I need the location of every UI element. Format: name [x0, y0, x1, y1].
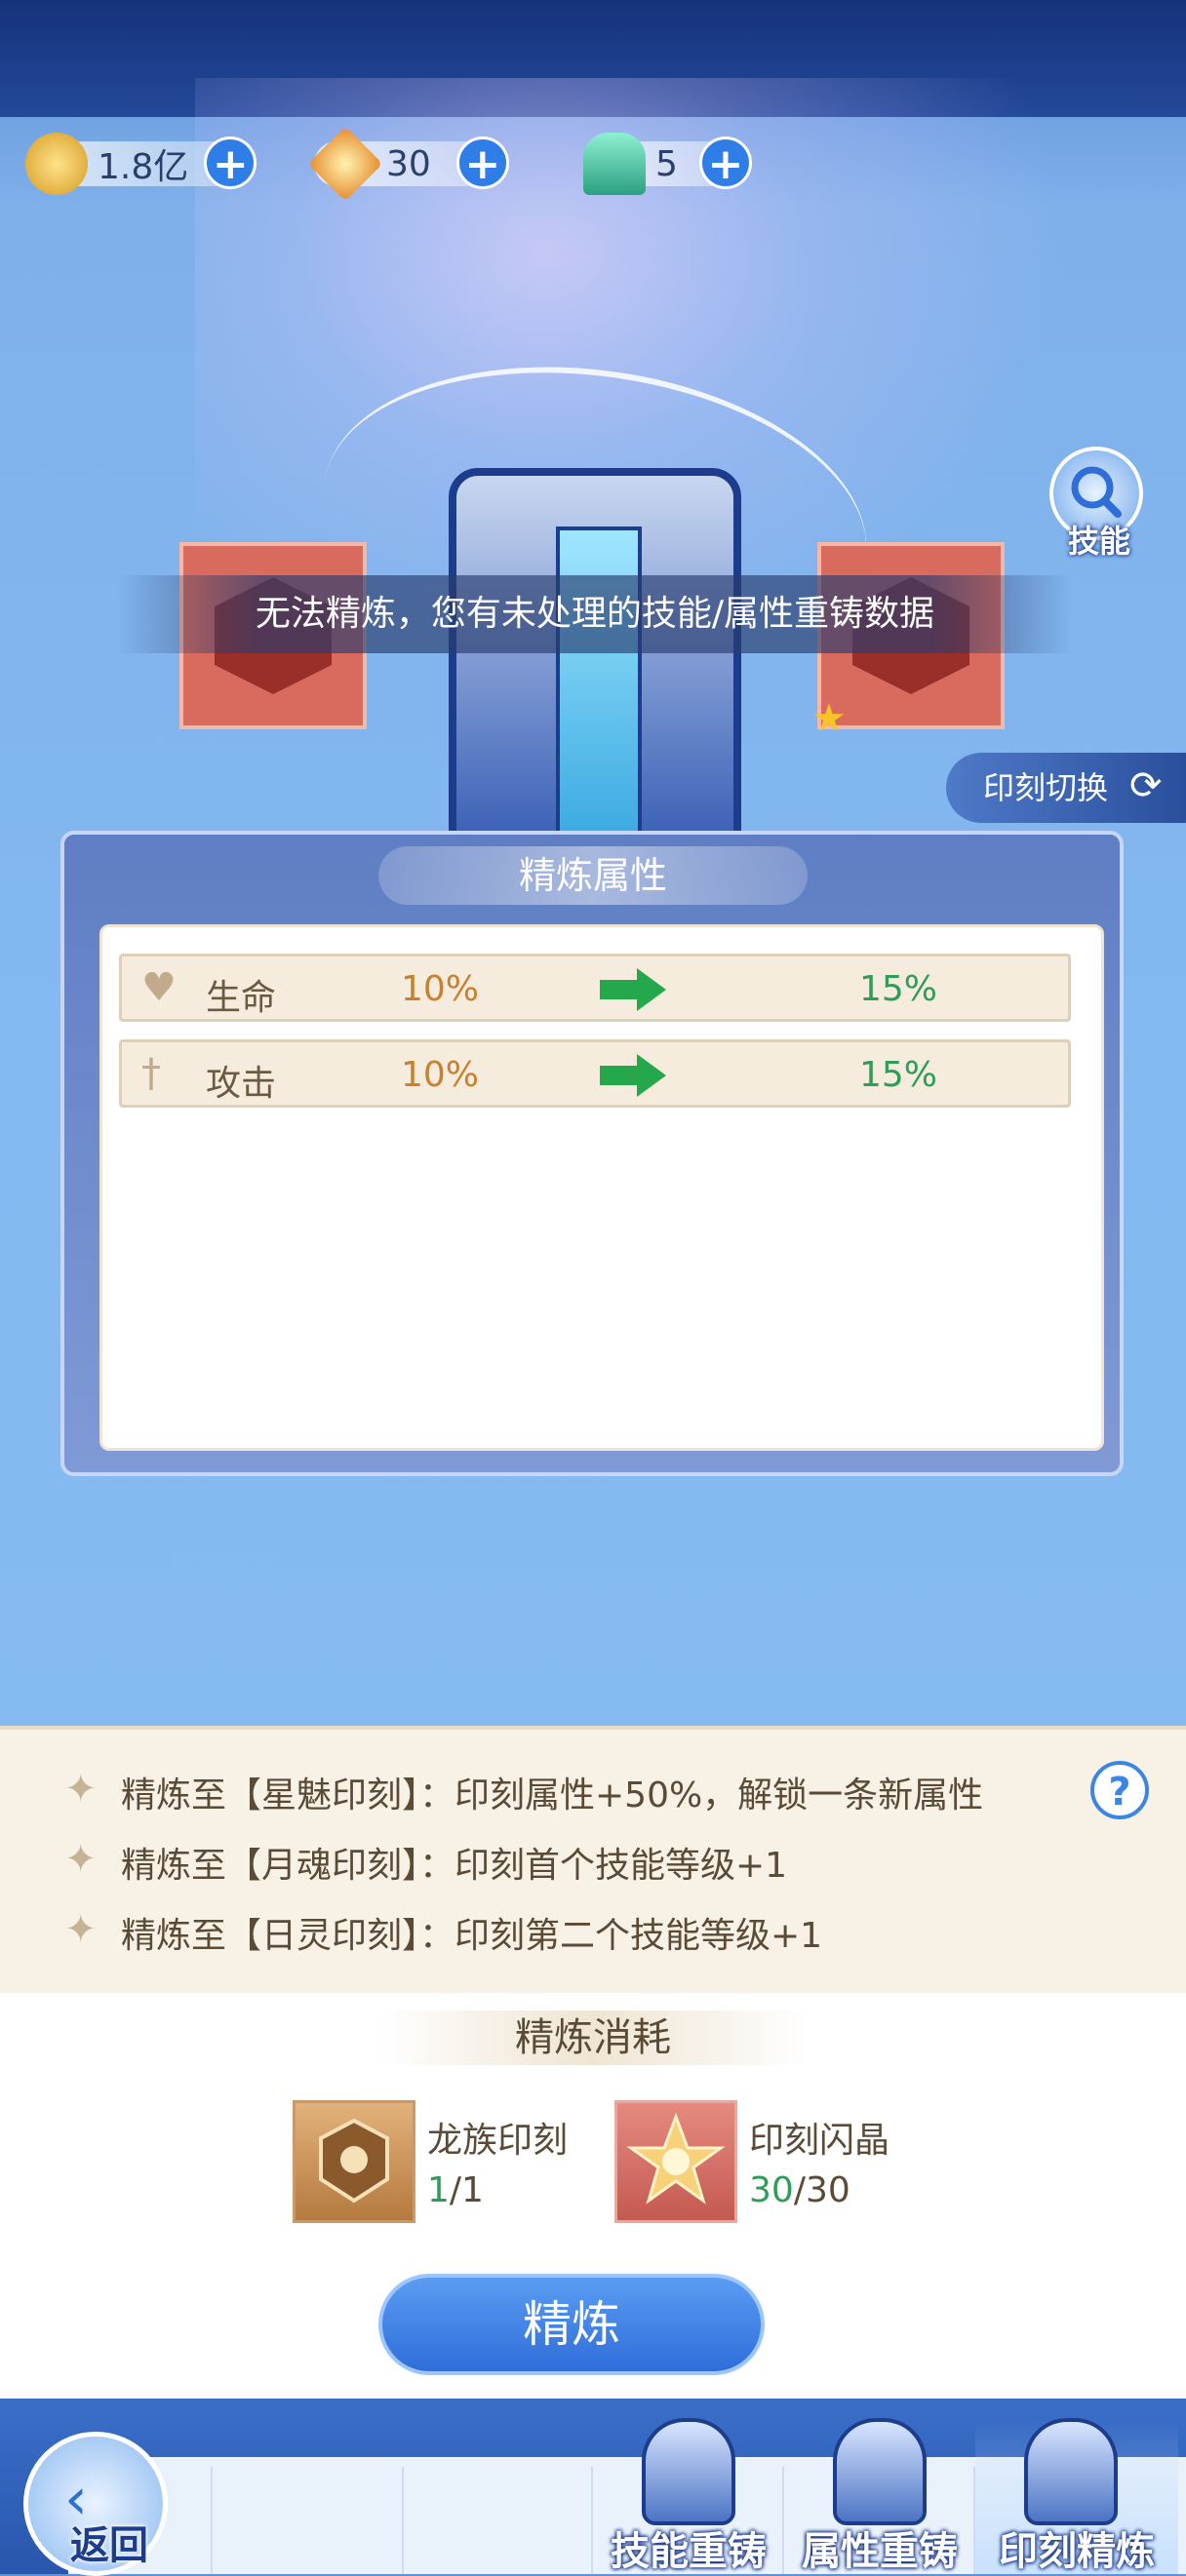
item-have: 1	[427, 2170, 450, 2210]
sparkle-icon: ✦	[64, 1837, 98, 1882]
dragon-imprint-icon	[319, 2118, 389, 2204]
item-have: 30	[749, 2170, 794, 2210]
cost-title: 精炼消耗	[378, 2010, 808, 2065]
refresh-icon: ⟳	[1129, 763, 1163, 808]
skill-button-label: 技能	[1067, 523, 1130, 560]
resource-crystal: 5 +	[583, 133, 752, 195]
coin-icon	[25, 133, 88, 195]
crystal-icon	[583, 133, 646, 195]
item-count: 30/30	[749, 2170, 850, 2210]
imprint-switch-label: 印刻切换	[983, 769, 1109, 806]
sparkle-icon: ✦	[64, 1907, 98, 1952]
resource-star-gem-value: 30	[386, 143, 431, 184]
skill-recast-icon	[642, 2418, 735, 2525]
add-crystal-button[interactable]: +	[698, 137, 752, 189]
refine-button[interactable]: 精炼	[378, 2274, 765, 2375]
arrow-right-icon	[600, 968, 666, 1011]
imprint-refine-icon	[1024, 2418, 1118, 2525]
item-name: 龙族印刻	[427, 2121, 569, 2161]
resource-gold: 1.8亿 +	[25, 133, 257, 195]
sun-crystal-icon	[626, 2112, 726, 2205]
resource-star-gem: 30 +	[307, 126, 509, 202]
imprint-flash-crystal-item[interactable]	[614, 2100, 737, 2223]
attribute-from: 10%	[401, 1055, 480, 1095]
imprint-switch-button[interactable]: 印刻切换 ⟳	[946, 753, 1186, 823]
tab-imprint-refine[interactable]: 印刻精炼	[975, 2418, 1178, 2574]
add-gold-button[interactable]: +	[204, 137, 257, 189]
tab-label: 属性重铸	[802, 2529, 958, 2574]
tab-attribute-recast[interactable]: 属性重铸	[784, 2418, 975, 2574]
rule-item: ✦ 精炼至【星魅印刻】：印刻属性+50%，解锁一条新属性	[64, 1767, 984, 1817]
rule-text: 精炼至【月魂印刻】：印刻首个技能等级+1	[121, 1846, 788, 1886]
attribute-to: 15%	[859, 969, 938, 1009]
star-icon: ★	[811, 696, 847, 741]
item-need: 30	[805, 2170, 850, 2210]
dragon-imprint-item[interactable]	[293, 2100, 415, 2223]
tab-label: 技能重铸	[611, 2529, 767, 2574]
resource-crystal-value: 5	[655, 143, 678, 184]
sword-icon: †	[141, 1051, 161, 1096]
attribute-from: 10%	[401, 969, 480, 1009]
arrow-right-icon	[600, 1054, 666, 1097]
help-icon[interactable]: ?	[1090, 1761, 1149, 1819]
rule-item: ✦ 精炼至【日灵印刻】：印刻第二个技能等级+1	[64, 1907, 823, 1958]
rule-text: 精炼至【日灵印刻】：印刻第二个技能等级+1	[121, 1916, 823, 1956]
sparkle-icon: ✦	[64, 1767, 98, 1812]
add-star-gem-button[interactable]: +	[455, 137, 509, 189]
panel-title: 精炼属性	[378, 846, 808, 905]
item-name: 印刻闪晶	[749, 2121, 890, 2161]
sun-gem-icon	[307, 126, 383, 202]
attribute-row-atk: † 攻击 10% 15%	[119, 1039, 1071, 1108]
nav-divider	[402, 2467, 404, 2574]
attribute-to: 15%	[859, 1055, 938, 1095]
warning-toast: 无法精炼，您有未处理的技能/属性重铸数据	[117, 575, 1073, 653]
nav-divider	[211, 2467, 213, 2574]
heart-icon: ♥	[141, 965, 177, 1010]
tab-label: 印刻精炼	[999, 2529, 1155, 2574]
rule-text: 精炼至【星魅印刻】：印刻属性+50%，解锁一条新属性	[121, 1776, 984, 1815]
attribute-row-hp: ♥ 生命 10% 15%	[119, 954, 1071, 1022]
tab-skill-recast[interactable]: 技能重铸	[593, 2418, 784, 2574]
attribute-name: 生命	[206, 978, 277, 1018]
rule-item: ✦ 精炼至【月魂印刻】：印刻首个技能等级+1	[64, 1837, 788, 1888]
back-label[interactable]: 返回	[70, 2514, 148, 2570]
attribute-recast-icon	[833, 2418, 927, 2525]
attribute-name: 攻击	[206, 1064, 277, 1104]
item-count: 1/1	[427, 2170, 484, 2210]
item-need: 1	[461, 2170, 484, 2210]
resource-gold-value: 1.8亿	[98, 147, 189, 187]
